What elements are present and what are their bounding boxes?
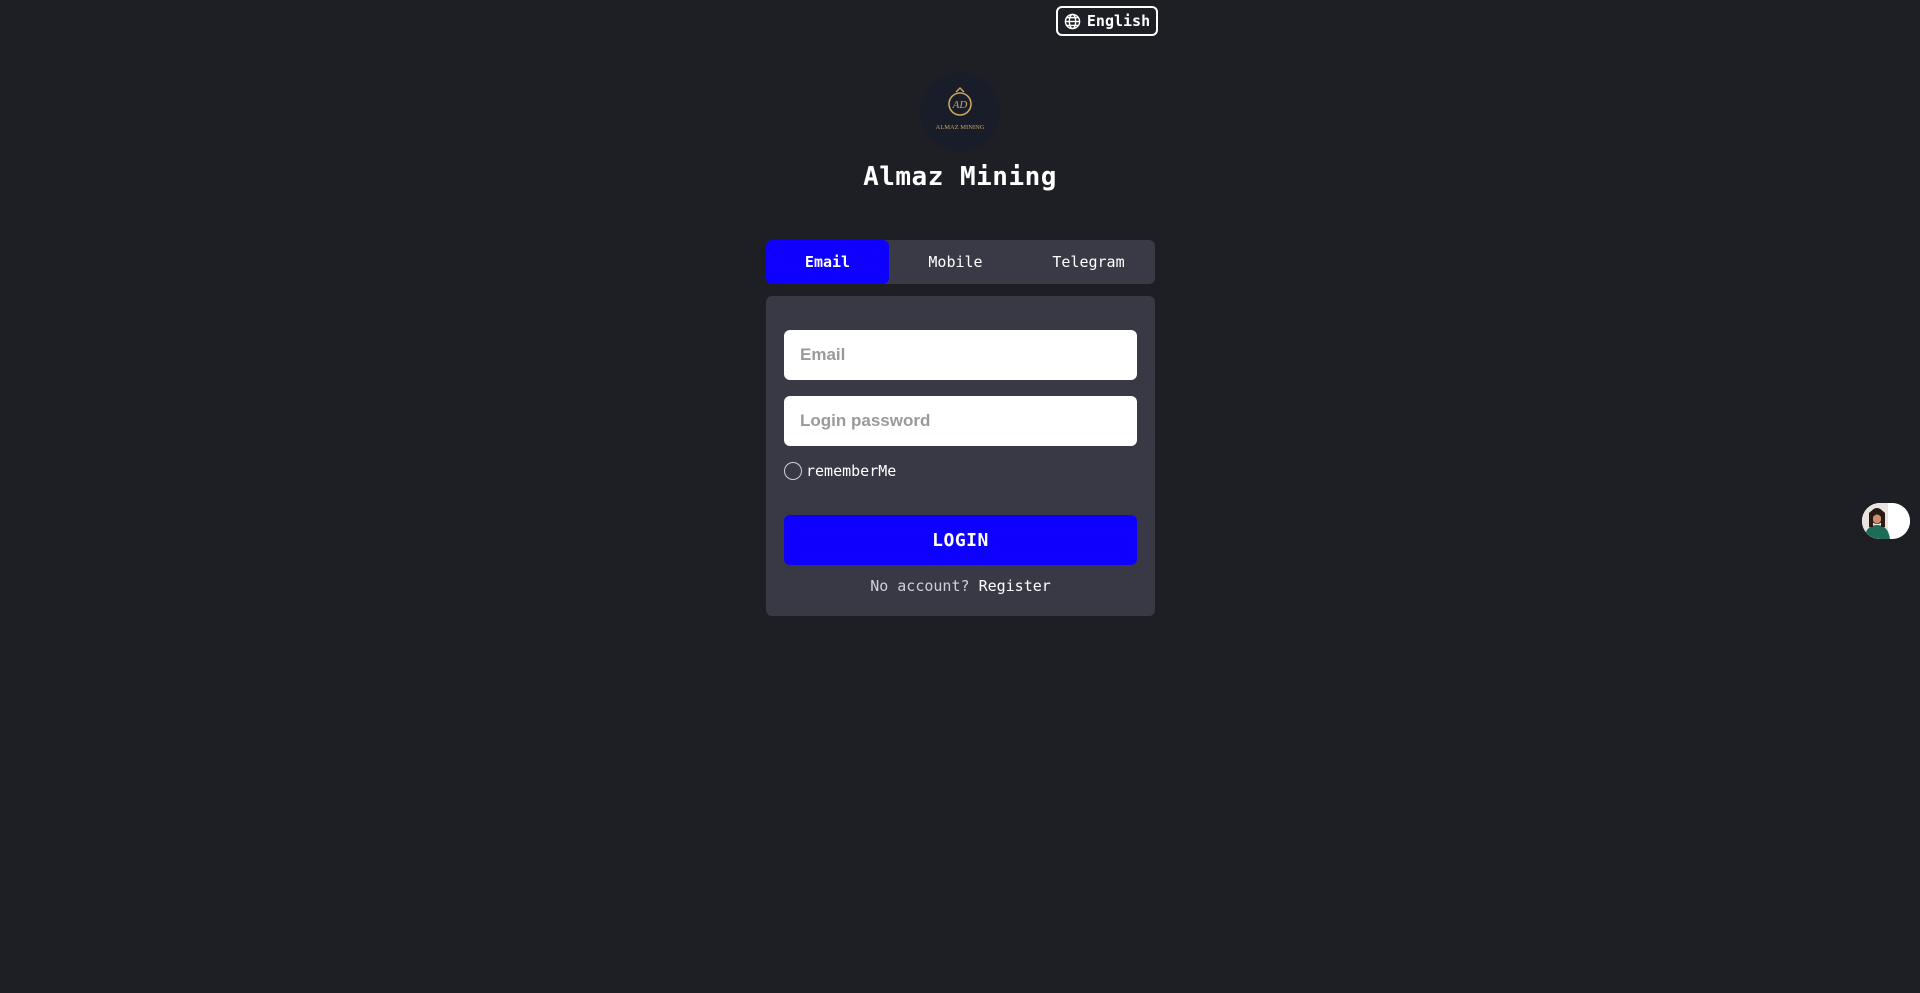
language-selector[interactable]: English	[1056, 6, 1158, 36]
register-link[interactable]: Register	[979, 577, 1051, 595]
tab-email[interactable]: Email	[766, 240, 889, 284]
logo-mark: AD	[952, 99, 968, 111]
register-prompt: No account? Register	[766, 577, 1155, 595]
no-account-text: No account?	[870, 577, 970, 595]
customer-support-avatar-icon[interactable]	[1862, 503, 1910, 539]
remember-me-option[interactable]: rememberMe	[784, 462, 896, 480]
logo-text: ALMAZ MINING	[936, 124, 985, 131]
password-input[interactable]	[784, 396, 1137, 446]
login-button[interactable]: LOGIN	[784, 515, 1137, 565]
language-label: English	[1086, 12, 1151, 30]
brand-logo: AD ALMAZ MINING	[920, 72, 1000, 152]
remember-me-radio[interactable]	[784, 462, 802, 480]
login-page: English AD ALMAZ MINING Almaz Mining Ema…	[0, 0, 1920, 993]
remember-me-label: rememberMe	[806, 462, 897, 480]
tab-telegram[interactable]: Telegram	[1022, 240, 1155, 284]
tab-mobile[interactable]: Mobile	[889, 240, 1022, 284]
email-input[interactable]	[784, 330, 1137, 380]
login-method-tabs: Email Mobile Telegram	[766, 240, 1155, 284]
brand-title: Almaz Mining	[863, 162, 1057, 192]
login-form-card: rememberMe LOGIN No account? Register	[766, 296, 1155, 616]
globe-icon	[1064, 13, 1081, 30]
